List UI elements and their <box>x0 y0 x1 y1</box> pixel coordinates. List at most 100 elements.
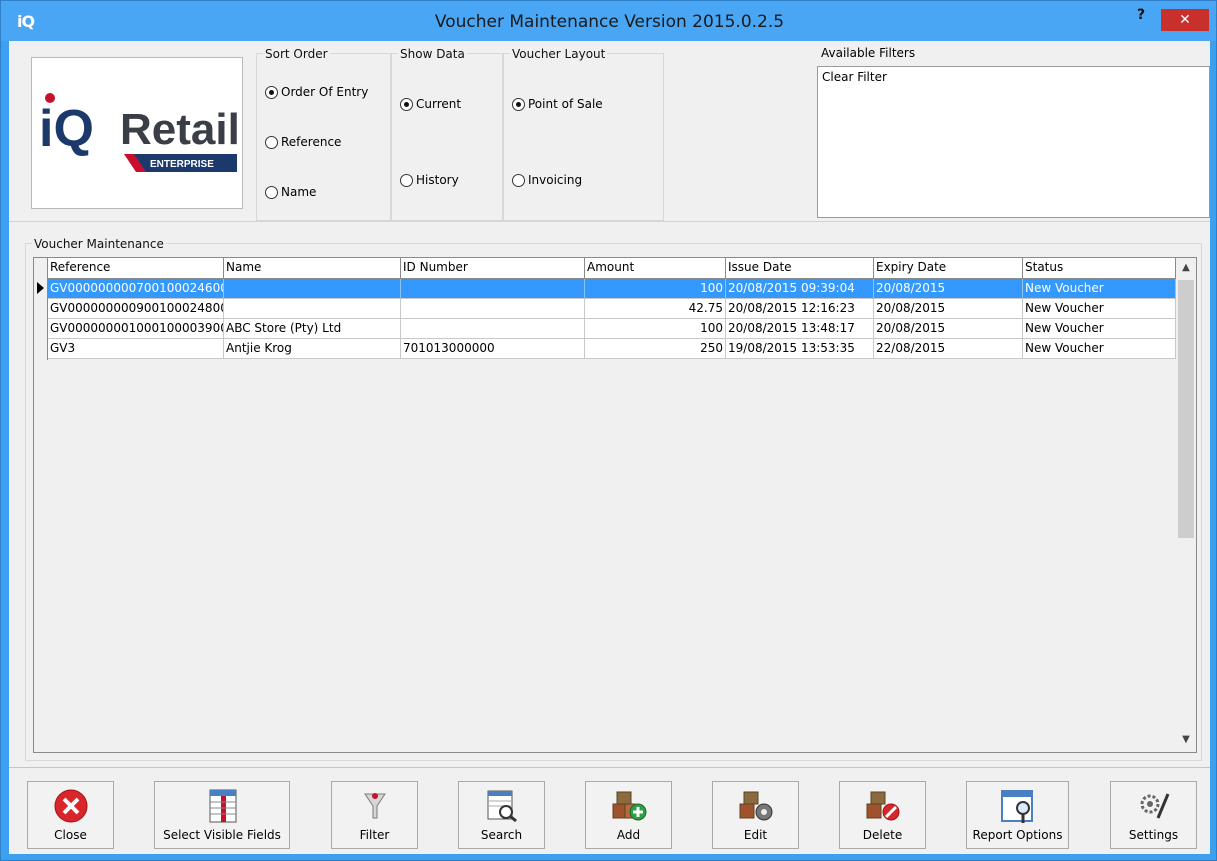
layout-pos-radio[interactable]: Point of Sale <box>512 97 603 111</box>
cell-reference[interactable]: GV00000000100010000390000 <box>48 319 224 339</box>
show-history-radio[interactable]: History <box>400 173 459 187</box>
iq-retail-logo-icon: iQ Retail ENTERPRISE <box>39 93 240 172</box>
filter-button-label: Filter <box>359 828 390 842</box>
cell-issue-date[interactable]: 20/08/2015 09:39:04 <box>726 279 874 299</box>
edit-gear-icon <box>739 791 773 821</box>
sort-name-radio[interactable]: Name <box>265 185 316 199</box>
sort-order-group: Sort Order Order Of Entry Reference Name <box>256 47 391 221</box>
delete-button-label: Delete <box>862 828 903 842</box>
column-header-reference[interactable]: Reference <box>48 258 224 278</box>
show-current-radio[interactable]: Current <box>400 97 461 111</box>
scroll-down-arrow-icon[interactable]: ▼ <box>1176 734 1196 745</box>
title-bar[interactable]: iQ Voucher Maintenance Version 2015.0.2.… <box>1 1 1216 41</box>
cell-reference[interactable]: GV000000000700100024600 <box>48 279 224 299</box>
cell-issue-date[interactable]: 19/08/2015 13:53:35 <box>726 339 874 359</box>
close-circle-icon <box>54 789 88 823</box>
delete-button[interactable]: Delete <box>839 781 926 849</box>
cell-issue-date[interactable]: 20/08/2015 12:16:23 <box>726 299 874 319</box>
close-button[interactable]: Close <box>27 781 114 849</box>
column-header-amount[interactable]: Amount <box>585 258 726 278</box>
layout-invoicing-radio[interactable]: Invoicing <box>512 173 582 187</box>
radio-label: Current <box>416 97 462 111</box>
cell-id-number[interactable] <box>401 299 585 319</box>
table-row[interactable]: GV00000000100010000390000 ABC Store (Pty… <box>48 319 1176 339</box>
column-header-expiry-date[interactable]: Expiry Date <box>874 258 1023 278</box>
cell-name[interactable] <box>224 299 401 319</box>
header-divider <box>9 221 1210 222</box>
cell-id-number[interactable]: 701013000000 <box>401 339 585 359</box>
client-area: iQ Retail ENTERPRISE Sort Order Order Of… <box>9 41 1210 854</box>
cell-name[interactable]: Antjie Krog <box>224 339 401 359</box>
available-filters-list[interactable]: Clear Filter <box>817 66 1210 218</box>
delete-box-icon <box>866 791 900 821</box>
select-visible-fields-button[interactable]: Select Visible Fields <box>154 781 290 849</box>
cell-expiry-date[interactable]: 22/08/2015 <box>874 339 1023 359</box>
available-filters-title: Available Filters <box>821 46 916 60</box>
column-header-id-number[interactable]: ID Number <box>401 258 585 278</box>
cell-id-number[interactable] <box>401 279 585 299</box>
show-data-title: Show Data <box>398 47 467 61</box>
cell-name[interactable]: ABC Store (Pty) Ltd <box>224 319 401 339</box>
cell-status[interactable]: New Voucher <box>1023 319 1176 339</box>
table-row[interactable]: GV3 Antjie Krog 701013000000 250 19/08/2… <box>48 339 1176 359</box>
cell-amount[interactable]: 100 <box>585 319 726 339</box>
search-button-label: Search <box>480 828 523 842</box>
window-title: Voucher Maintenance Version 2015.0.2.5 <box>434 12 785 32</box>
radio-label: Order Of Entry <box>281 85 369 99</box>
voucher-layout-title: Voucher Layout <box>510 47 608 61</box>
cell-issue-date[interactable]: 20/08/2015 13:48:17 <box>726 319 874 339</box>
cell-status[interactable]: New Voucher <box>1023 339 1176 359</box>
radio-label: Name <box>281 185 317 199</box>
sort-reference-radio[interactable]: Reference <box>265 135 341 149</box>
scroll-thumb[interactable] <box>1178 280 1194 538</box>
cell-reference[interactable]: GV000000000900100024800 <box>48 299 224 319</box>
settings-icon <box>1140 793 1170 819</box>
column-header-name[interactable]: Name <box>224 258 401 278</box>
sort-order-entry-radio[interactable]: Order Of Entry <box>265 85 368 99</box>
logo-tagline: ENTERPRISE <box>150 159 214 170</box>
report-options-label: Report Options <box>972 828 1063 842</box>
cell-amount[interactable]: 100 <box>585 279 726 299</box>
add-button[interactable]: Add <box>585 781 672 849</box>
show-data-group: Show Data Current History <box>391 47 503 221</box>
column-header-status[interactable]: Status <box>1023 258 1176 278</box>
radio-label: History <box>416 173 459 187</box>
edit-button-label: Edit <box>743 828 768 842</box>
help-button[interactable]: ? <box>1126 7 1156 29</box>
settings-button-label: Settings <box>1128 828 1179 842</box>
radio-icon <box>265 135 278 149</box>
report-magnify-icon <box>1001 790 1033 823</box>
logo-brand-word: Retail <box>120 105 240 154</box>
scroll-up-arrow-icon[interactable]: ▲ <box>1176 262 1196 273</box>
voucher-grid[interactable]: Reference Name ID Number Amount Issue Da… <box>33 257 1197 753</box>
close-button-label: Close <box>54 828 87 842</box>
radio-icon <box>512 173 525 187</box>
sort-order-title: Sort Order <box>263 47 330 61</box>
column-header-issue-date[interactable]: Issue Date <box>726 258 874 278</box>
cell-id-number[interactable] <box>401 319 585 339</box>
cell-expiry-date[interactable]: 20/08/2015 <box>874 279 1023 299</box>
grid-vertical-scrollbar[interactable]: ▲ ▼ <box>1176 258 1196 752</box>
app-window: iQ Voucher Maintenance Version 2015.0.2.… <box>0 0 1217 861</box>
cell-amount[interactable]: 42.75 <box>585 299 726 319</box>
edit-button[interactable]: Edit <box>712 781 799 849</box>
table-row[interactable]: GV000000000700100024600 100 20/08/2015 0… <box>48 279 1176 299</box>
table-row[interactable]: GV000000000900100024800 42.75 20/08/2015… <box>48 299 1176 319</box>
settings-button[interactable]: Settings <box>1110 781 1197 849</box>
filter-item-clear[interactable]: Clear Filter <box>822 70 1205 84</box>
report-options-button[interactable]: Report Options <box>966 781 1069 849</box>
filter-button[interactable]: Filter <box>331 781 418 849</box>
cell-name[interactable] <box>224 279 401 299</box>
cell-status[interactable]: New Voucher <box>1023 279 1176 299</box>
cell-expiry-date[interactable]: 20/08/2015 <box>874 319 1023 339</box>
cell-amount[interactable]: 250 <box>585 339 726 359</box>
funnel-icon <box>364 793 386 819</box>
cell-expiry-date[interactable]: 20/08/2015 <box>874 299 1023 319</box>
cell-reference[interactable]: GV3 <box>48 339 224 359</box>
search-button[interactable]: Search <box>458 781 545 849</box>
radio-label: Reference <box>281 135 342 149</box>
radio-icon <box>265 185 278 199</box>
cell-status[interactable]: New Voucher <box>1023 299 1176 319</box>
window-close-button[interactable]: ✕ <box>1161 9 1209 31</box>
select-visible-fields-label: Select Visible Fields <box>163 828 281 842</box>
